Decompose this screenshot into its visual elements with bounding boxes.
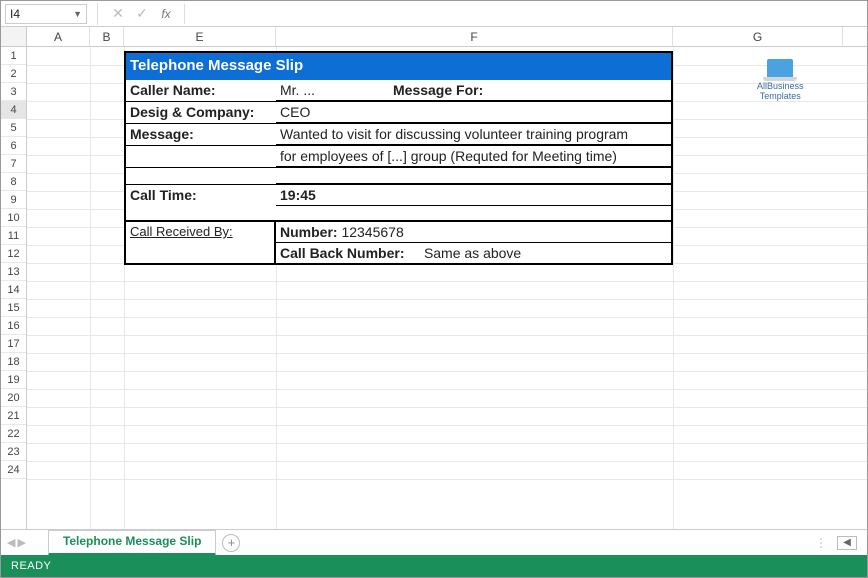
caller-name-label: Caller Name: <box>126 80 276 101</box>
row-header[interactable]: 23 <box>1 443 26 461</box>
row-header[interactable]: 9 <box>1 191 26 209</box>
row-header[interactable]: 22 <box>1 425 26 443</box>
row-header[interactable]: 20 <box>1 389 26 407</box>
status-bar: READY <box>1 555 867 577</box>
number-label: Number: <box>280 224 338 240</box>
blank-label <box>126 168 276 184</box>
col-header[interactable]: F <box>276 27 673 46</box>
message-line2: for employees of [...] group (Requted fo… <box>280 148 617 164</box>
horizontal-scroll-left[interactable]: ◀ <box>837 536 857 550</box>
message-slip: Telephone Message Slip Caller Name: Mr. … <box>124 51 673 265</box>
col-header[interactable]: E <box>124 27 276 46</box>
row-header[interactable]: 13 <box>1 263 26 281</box>
col-header[interactable]: B <box>90 27 124 46</box>
enter-formula-icon[interactable]: ✓ <box>132 4 152 24</box>
row-header[interactable]: 2 <box>1 65 26 83</box>
slip-title: Telephone Message Slip <box>126 53 671 80</box>
next-sheet-icon[interactable]: ▶ <box>17 536 25 549</box>
call-time-label: Call Time: <box>126 185 276 206</box>
row-header[interactable]: 3 <box>1 83 26 101</box>
row-header[interactable]: 14 <box>1 281 26 299</box>
callback-label: Call Back Number: <box>280 245 404 261</box>
row-header[interactable]: 10 <box>1 209 26 227</box>
row-header[interactable]: 4 <box>1 101 26 119</box>
status-ready: READY <box>11 560 51 572</box>
row-header[interactable]: 8 <box>1 173 26 191</box>
prev-sheet-icon[interactable]: ◀ <box>7 536 15 549</box>
row-header[interactable]: 18 <box>1 353 26 371</box>
allbusiness-templates-logo: AllBusiness Templates <box>757 59 804 101</box>
chevron-down-icon: ▼ <box>73 9 82 19</box>
cancel-formula-icon[interactable]: ✕ <box>108 4 128 24</box>
spreadsheet-grid[interactable]: A B E F G 1 2 3 4 5 6 7 8 9 10 11 12 13 … <box>1 27 867 529</box>
row-header[interactable]: 11 <box>1 227 26 245</box>
col-header[interactable]: A <box>27 27 90 46</box>
callback-value: Same as above <box>424 245 521 261</box>
row-header[interactable]: 7 <box>1 155 26 173</box>
name-box[interactable]: I4 ▼ <box>5 4 87 24</box>
received-by-label: Call Received By: <box>126 222 276 263</box>
row-header[interactable]: 5 <box>1 119 26 137</box>
tab-separator: ⋮ <box>815 536 827 550</box>
row-headers: 1 2 3 4 5 6 7 8 9 10 11 12 13 14 15 16 1… <box>1 47 27 529</box>
message-for-label: Message For: <box>393 82 483 98</box>
message-label: Message: <box>126 124 276 145</box>
caller-name-value: Mr. ... <box>280 82 315 98</box>
row-header[interactable]: 19 <box>1 371 26 389</box>
blank-label <box>126 146 276 167</box>
column-headers: A B E F G <box>1 27 867 47</box>
call-time-value: 19:45 <box>280 187 316 203</box>
col-header[interactable]: G <box>673 27 843 46</box>
row-header[interactable]: 24 <box>1 461 26 479</box>
select-all-corner[interactable] <box>1 27 27 46</box>
logo-line2: Templates <box>757 91 804 101</box>
divider <box>97 3 98 25</box>
sheet-tab-active[interactable]: Telephone Message Slip <box>48 530 216 556</box>
row-header[interactable]: 1 <box>1 47 26 65</box>
cells-area[interactable]: Telephone Message Slip Caller Name: Mr. … <box>27 47 867 529</box>
fx-icon[interactable]: fx <box>156 4 176 24</box>
number-value: 12345678 <box>341 224 403 240</box>
row-header[interactable]: 21 <box>1 407 26 425</box>
row-header[interactable]: 6 <box>1 137 26 155</box>
excel-window: I4 ▼ ✕ ✓ fx A B E F G 1 2 3 4 5 6 7 <box>0 0 868 578</box>
row-header[interactable]: 17 <box>1 335 26 353</box>
tab-nav[interactable]: ◀▶ <box>7 536 26 549</box>
desig-value: CEO <box>280 104 310 120</box>
monitor-icon <box>767 59 793 77</box>
desig-label: Desig & Company: <box>126 102 276 123</box>
row-header[interactable]: 12 <box>1 245 26 263</box>
sheet-tabs: ◀▶ Telephone Message Slip + ⋮ ◀ <box>1 529 867 555</box>
row-header[interactable]: 16 <box>1 317 26 335</box>
message-line1: Wanted to visit for discussing volunteer… <box>280 126 628 142</box>
name-box-value: I4 <box>10 7 20 21</box>
blank-label <box>126 206 276 220</box>
formula-bar: I4 ▼ ✕ ✓ fx <box>1 1 867 27</box>
add-sheet-button[interactable]: + <box>222 534 240 552</box>
formula-input[interactable] <box>184 4 867 24</box>
row-header[interactable]: 15 <box>1 299 26 317</box>
logo-line1: AllBusiness <box>757 81 804 91</box>
